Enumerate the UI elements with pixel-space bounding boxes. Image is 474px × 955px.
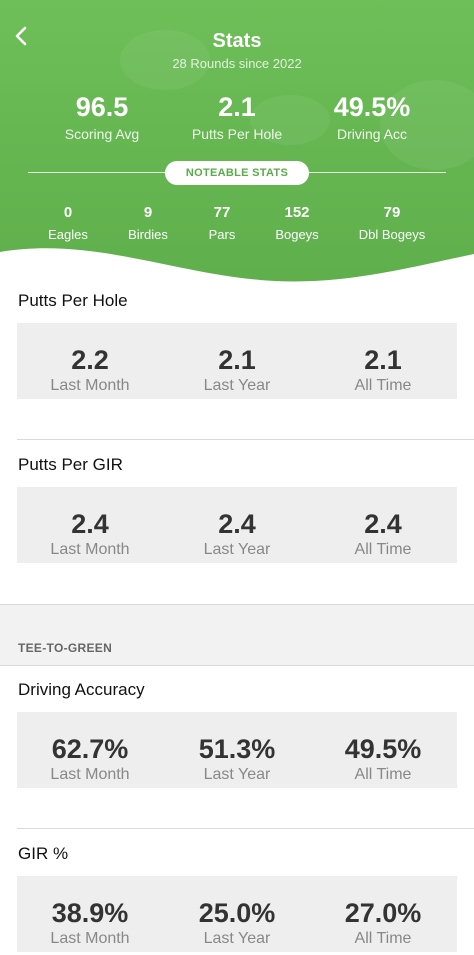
stat-cell-last-month: 2.2 Last Month — [17, 323, 163, 395]
header-hero: Stats 28 Rounds since 2022 96.5 Scoring … — [0, 0, 474, 292]
count-value: 0 — [63, 204, 73, 221]
cell-value: 2.2 — [71, 345, 109, 375]
cell-value: 51.3% — [198, 734, 276, 764]
main-stat-putts-per-hole: 2.1 Putts Per Hole — [162, 92, 312, 142]
section-title-putts-per-gir: Putts Per GIR — [18, 455, 123, 474]
section-label: TEE-TO-GREEN — [18, 641, 113, 655]
count-eagles: 0 Eagles — [23, 204, 113, 242]
cell-value: 2.1 — [364, 345, 402, 375]
stat-cell-all-time: 2.1 All Time — [310, 323, 456, 395]
stat-cell-all-time: 2.4 All Time — [310, 487, 456, 559]
count-label: Dbl Bogeys — [358, 227, 426, 242]
stat-cell-last-month: 2.4 Last Month — [17, 487, 163, 559]
stat-cell-last-month: 38.9% Last Month — [17, 876, 163, 948]
cell-label: All Time — [354, 377, 412, 394]
cell-value: 38.9% — [51, 898, 129, 928]
cell-value: 2.4 — [71, 509, 109, 539]
stat-card-putts-per-hole[interactable]: 2.2 Last Month 2.1 Last Year 2.1 All Tim… — [17, 323, 457, 399]
divider — [17, 828, 474, 829]
cell-label: Last Month — [50, 766, 130, 783]
stat-value: 96.5 — [75, 92, 129, 122]
stat-cell-all-time: 27.0% All Time — [310, 876, 456, 948]
section-band-tee-to-green: TEE-TO-GREEN — [0, 604, 474, 666]
stat-value: 2.1 — [218, 92, 256, 122]
cell-label: Last Month — [50, 930, 130, 947]
stat-cell-last-year: 25.0% Last Year — [164, 876, 310, 948]
cell-value: 25.0% — [198, 898, 276, 928]
page-title: Stats — [212, 30, 262, 52]
section-title-putts-per-hole: Putts Per Hole — [18, 291, 128, 310]
count-value: 152 — [284, 204, 310, 221]
section-title-driving-accuracy: Driving Accuracy — [18, 680, 145, 699]
cell-value: 2.4 — [218, 509, 256, 539]
cell-value: 2.1 — [218, 345, 256, 375]
cell-label: Last Year — [203, 541, 271, 558]
noteable-stats-button[interactable]: NOTEABLE STATS — [165, 161, 309, 185]
stat-cell-all-time: 49.5% All Time — [310, 712, 456, 784]
count-dbl-bogeys: 79 Dbl Bogeys — [347, 204, 437, 242]
cell-label: All Time — [354, 541, 412, 558]
cell-label: All Time — [354, 930, 412, 947]
stat-card-gir[interactable]: 38.9% Last Month 25.0% Last Year 27.0% A… — [17, 876, 457, 952]
stat-cell-last-year: 51.3% Last Year — [164, 712, 310, 784]
stat-value: 49.5% — [333, 92, 411, 122]
stat-label: Driving Acc — [336, 126, 408, 142]
section-title-gir: GIR % — [18, 844, 69, 863]
page-subtitle: 28 Rounds since 2022 — [172, 56, 302, 71]
stat-card-driving-accuracy[interactable]: 62.7% Last Month 51.3% Last Year 49.5% A… — [17, 712, 457, 788]
cell-label: Last Year — [203, 766, 271, 783]
cell-label: Last Year — [203, 930, 271, 947]
cell-label: All Time — [354, 766, 412, 783]
cell-value: 2.4 — [364, 509, 402, 539]
count-bogeys: 152 Bogeys — [252, 204, 342, 242]
stat-cell-last-year: 2.1 Last Year — [164, 323, 310, 395]
main-stat-scoring-avg: 96.5 Scoring Avg — [27, 92, 177, 142]
main-stat-driving-acc: 49.5% Driving Acc — [297, 92, 447, 142]
count-value: 79 — [383, 204, 401, 221]
cell-value: 27.0% — [344, 898, 422, 928]
stat-card-putts-per-gir[interactable]: 2.4 Last Month 2.4 Last Year 2.4 All Tim… — [17, 487, 457, 563]
stat-cell-last-month: 62.7% Last Month — [17, 712, 163, 784]
count-label: Eagles — [48, 227, 88, 242]
stat-cell-last-year: 2.4 Last Year — [164, 487, 310, 559]
divider — [17, 439, 474, 440]
main-stats: 96.5 Scoring Avg 2.1 Putts Per Hole 49.5… — [0, 92, 474, 152]
cell-label: Last Year — [203, 377, 271, 394]
cell-label: Last Month — [50, 541, 130, 558]
cell-value: 62.7% — [51, 734, 129, 764]
cell-value: 49.5% — [344, 734, 422, 764]
stat-label: Scoring Avg — [64, 126, 140, 142]
stat-label: Putts Per Hole — [191, 126, 283, 142]
count-label: Bogeys — [275, 227, 319, 242]
cell-label: Last Month — [50, 377, 130, 394]
